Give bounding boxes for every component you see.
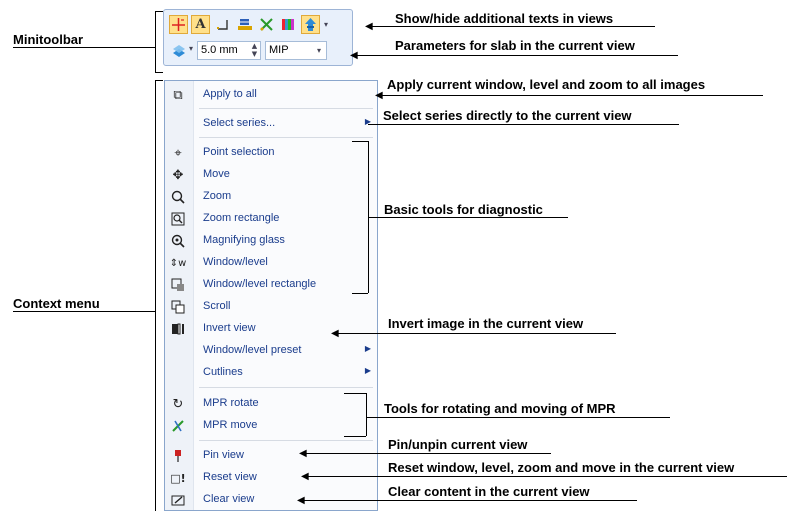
menu-item-zoom-rectangle[interactable]: Zoom rectangle xyxy=(165,208,377,230)
menu-item-mpr-move[interactable]: MPR move xyxy=(165,415,377,437)
move-icon: ✥ xyxy=(172,167,184,183)
menu-item-magnifying-glass[interactable]: Magnifying glass xyxy=(165,230,377,252)
menu-item-point-selection[interactable]: ⌖ Point selection xyxy=(165,142,377,164)
menu-item-pin-view[interactable]: Pin view xyxy=(165,445,377,467)
callout-pin: Pin/unpin current view xyxy=(388,437,528,452)
callout-reset: Reset window, level, zoom and move in th… xyxy=(388,460,735,475)
submenu-arrow-icon: ▶ xyxy=(364,344,371,353)
callout-apply-all: Apply current window, level and zoom to … xyxy=(387,77,706,92)
menu-item-cutlines[interactable]: Cutlines ▶ xyxy=(165,362,377,384)
callout-show-hide-texts: Show/hide additional texts in views xyxy=(395,11,614,26)
apply-all-icon: ⧉ xyxy=(173,87,183,103)
text-a-icon[interactable]: A xyxy=(191,15,210,34)
slab-thickness-value: 5.0 mm xyxy=(201,44,238,56)
slab-mode-select[interactable]: MIP ▾ xyxy=(265,41,327,60)
menu-item-label: MPR rotate xyxy=(203,397,259,409)
menu-item-window-level[interactable]: ⇕w Window/level xyxy=(165,252,377,274)
mpr-move-icon xyxy=(170,418,186,434)
menu-item-window-level-preset[interactable]: Window/level preset ▶ xyxy=(165,340,377,362)
menu-item-reset-view[interactable]: □! Reset view xyxy=(165,467,377,489)
zoom-icon xyxy=(170,189,186,205)
menu-item-label: Point selection xyxy=(203,146,275,158)
context-menu: ⧉ Apply to all Select series... ▶ ⌖ Poin… xyxy=(164,80,378,511)
clear-view-icon xyxy=(170,492,186,508)
menu-item-scroll[interactable]: Scroll xyxy=(165,296,377,318)
menu-item-label: Magnifying glass xyxy=(203,234,285,246)
zoom-rectangle-icon xyxy=(170,211,186,227)
context-menu-label: Context menu xyxy=(13,296,100,311)
menu-item-invert-view[interactable]: Invert view xyxy=(165,318,377,340)
menu-item-label: Zoom xyxy=(203,190,232,202)
mpr-rotate-icon: ↻ xyxy=(172,396,184,412)
slab-mode-value: MIP xyxy=(269,44,289,56)
callout-mpr-tools: Tools for rotating and moving of MPR xyxy=(384,401,616,416)
callout-slab-params: Parameters for slab in the current view xyxy=(395,38,635,53)
slab-icon[interactable] xyxy=(169,41,188,60)
callout-clear: Clear content in the current view xyxy=(388,484,590,499)
menu-item-zoom[interactable]: Zoom xyxy=(165,186,377,208)
window-level-rectangle-icon xyxy=(170,277,186,293)
menu-item-apply-to-all[interactable]: ⧉ Apply to all xyxy=(165,84,377,106)
menu-item-label: Window/level rectangle xyxy=(203,278,317,290)
reset-view-icon: □! xyxy=(170,471,186,485)
window-level-icon: ⇕w xyxy=(169,257,187,269)
menu-item-label: Move xyxy=(203,168,230,180)
minitoolbar: A ▾ ▾ 5.0 mm ▲ ▼ MIP ▾ xyxy=(163,9,353,66)
submenu-arrow-icon: ▶ xyxy=(364,366,371,375)
color-bars-icon[interactable] xyxy=(279,15,298,34)
menu-item-label: Apply to all xyxy=(203,88,257,100)
crosshair-icon[interactable] xyxy=(169,15,188,34)
menu-item-label: Zoom rectangle xyxy=(203,212,280,224)
menu-item-move[interactable]: ✥ Move xyxy=(165,164,377,186)
minitoolbar-label: Minitoolbar xyxy=(13,32,84,47)
cross-icon[interactable] xyxy=(257,15,276,34)
menu-item-label: Reset view xyxy=(203,471,257,483)
menu-item-label: Window/level xyxy=(203,256,268,268)
callout-invert: Invert image in the current view xyxy=(388,316,584,331)
corner-icon[interactable] xyxy=(213,15,232,34)
magnifying-glass-icon xyxy=(170,233,186,249)
menu-item-label: Window/level preset xyxy=(203,344,302,356)
menu-item-select-series[interactable]: Select series... ▶ xyxy=(165,113,377,135)
menu-item-label: Invert view xyxy=(203,322,256,334)
menu-item-window-level-rectangle[interactable]: Window/level rectangle xyxy=(165,274,377,296)
pin-icon xyxy=(170,448,186,464)
invert-view-icon xyxy=(170,321,186,337)
menu-item-label: MPR move xyxy=(203,419,258,431)
menu-item-label: Pin view xyxy=(203,449,244,461)
menu-item-label: Cutlines xyxy=(203,366,243,378)
callout-basic-tools: Basic tools for diagnostic xyxy=(384,202,543,217)
slab-dropdown-icon[interactable]: ▾ xyxy=(189,44,193,53)
toolbar-dropdown-icon[interactable]: ▾ xyxy=(324,20,328,29)
callout-select-series: Select series directly to the current vi… xyxy=(383,108,632,123)
scroll-icon xyxy=(170,299,186,315)
ruler-icon[interactable] xyxy=(235,15,254,34)
menu-item-mpr-rotate[interactable]: ↻ MPR rotate xyxy=(165,393,377,415)
menu-item-label: Clear view xyxy=(203,493,255,505)
chevron-down-icon: ▾ xyxy=(316,46,321,55)
menu-item-label: Scroll xyxy=(203,300,231,312)
dicom-icon[interactable] xyxy=(301,15,320,34)
menu-item-label: Select series... xyxy=(203,117,276,129)
point-selection-icon: ⌖ xyxy=(174,145,182,161)
thickness-spinner[interactable]: ▲ ▼ xyxy=(249,42,260,59)
